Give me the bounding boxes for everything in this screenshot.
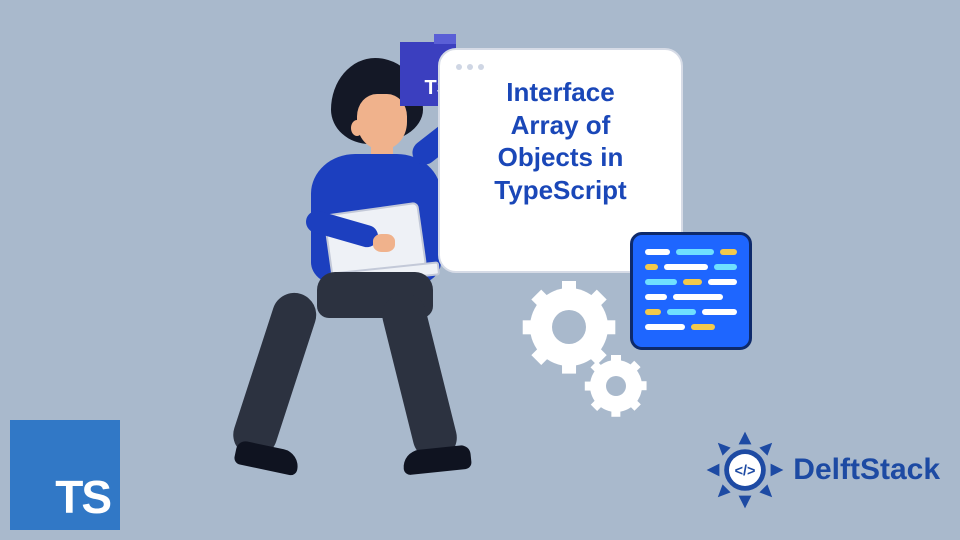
title-line-1: Interface — [456, 76, 665, 109]
delftstack-mark-icon: </> — [705, 430, 785, 510]
title-line-4: TypeScript — [456, 174, 665, 207]
code-panel-icon — [630, 232, 752, 350]
person-hand-left — [373, 234, 395, 252]
person-ear — [351, 120, 363, 136]
window-dots-icon — [456, 64, 665, 70]
typescript-logo: TS — [10, 420, 120, 530]
title-line-3: Objects in — [456, 141, 665, 174]
ts-logo-label: TS — [55, 470, 110, 524]
title-line-2: Array of — [456, 109, 665, 142]
delftstack-logo: </> DelftStack — [705, 430, 940, 510]
illustration-scene: TS Interface Array of Objects in TypeScr… — [0, 0, 960, 540]
person-leg-left — [228, 287, 322, 462]
gear-small-icon — [590, 360, 642, 412]
person-shoe-left — [233, 440, 301, 477]
person-shoe-right — [402, 445, 472, 476]
person-leg-right — [378, 289, 462, 465]
title-text: Interface Array of Objects in TypeScript — [456, 76, 665, 206]
gear-large-icon — [530, 288, 608, 366]
svg-text:</>: </> — [735, 464, 756, 480]
delftstack-label: DelftStack — [793, 453, 940, 487]
